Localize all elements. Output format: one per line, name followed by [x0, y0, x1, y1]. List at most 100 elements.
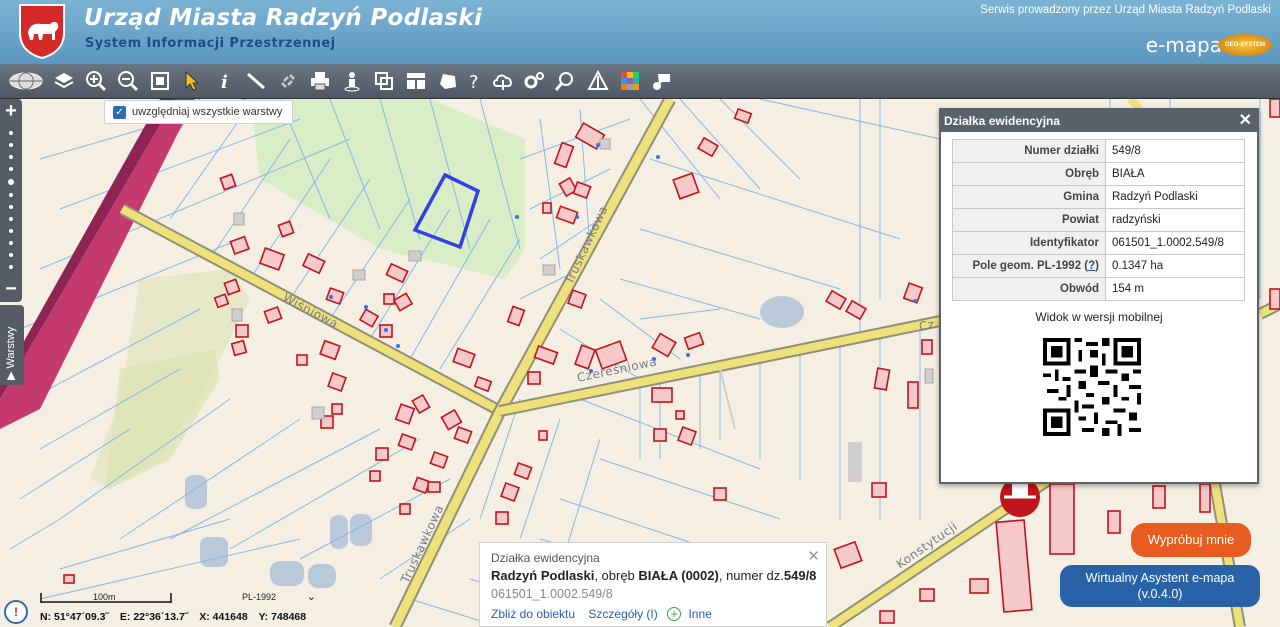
- zoom-level-dot[interactable]: [9, 205, 13, 209]
- layers-tab-label: ▶ Warstwy: [5, 326, 17, 380]
- crs-select[interactable]: PL-1992 ⌄: [222, 591, 322, 608]
- settings-icon[interactable]: [521, 68, 547, 94]
- table-row: Gmina Radzyń Podlaski: [952, 185, 1245, 209]
- info-icon[interactable]: i: [211, 68, 237, 94]
- details-link[interactable]: Szczegóły (I): [588, 607, 657, 621]
- attribute-table: Numer działki 549/8 Obręb BIAŁA Gmina Radzy…: [952, 139, 1245, 301]
- table-row: Obwód 154 m: [952, 277, 1245, 301]
- zoom-level-dot[interactable]: [9, 217, 13, 221]
- coordinates-readout: N: 51°47´09.3˝ E: 22°36´13.7˝ X: 441648 …: [40, 611, 314, 623]
- mobile-view-label: Widok w wersji mobilnej: [1035, 310, 1163, 324]
- search-icon[interactable]: [552, 68, 578, 94]
- chat-icon[interactable]: [649, 68, 675, 94]
- zoom-in-button[interactable]: +: [0, 101, 22, 121]
- all-layers-checkbox[interactable]: ✓ uwzględniaj wszystkie warstwy: [104, 100, 294, 124]
- layers-icon[interactable]: [51, 68, 77, 94]
- attr-key: Obręb: [952, 162, 1106, 186]
- layers-tab[interactable]: ▶ Warstwy: [0, 305, 24, 385]
- street-view-icon[interactable]: [339, 68, 365, 94]
- attr-key-text: Pole geom. PL-1992: [972, 260, 1082, 272]
- assistant-label: Wirtualny Asystent e-mapa: [1085, 571, 1235, 585]
- help-icon[interactable]: ?: [462, 68, 488, 94]
- coord-x: X: 441648: [199, 611, 248, 623]
- popup-summary: Radzyń Podlaski, obręb BIAŁA (0002), num…: [491, 568, 816, 583]
- zoom-out-icon[interactable]: [115, 68, 141, 94]
- assistant-version: (v.0.4.0): [1137, 587, 1183, 601]
- popup-number: 549/8: [783, 568, 817, 583]
- layout-icon[interactable]: [403, 68, 429, 94]
- brand-logo[interactable]: e-mapa: [1146, 33, 1222, 57]
- palette-icon[interactable]: [617, 68, 643, 94]
- zoom-level-dot[interactable]: [9, 143, 13, 147]
- attr-value: 549/8: [1105, 139, 1245, 163]
- panel-title: Działka ewidencyjna: [944, 114, 1061, 128]
- popup-close-icon[interactable]: ✕: [807, 547, 820, 565]
- zoom-extent-icon[interactable]: [147, 68, 173, 94]
- table-row: Numer działki 549/8: [952, 139, 1245, 163]
- pointer-icon[interactable]: [179, 68, 205, 94]
- coord-y: Y: 748468: [258, 611, 307, 623]
- zoom-level-dot[interactable]: [9, 265, 13, 269]
- popup-actions: Zbliż do obiektu Szczegóły (I) + Inne: [491, 607, 712, 621]
- parcel-popup: Działka ewidencyjna ✕ Radzyń Podlaski, o…: [479, 542, 827, 627]
- city-crest-icon: [17, 3, 67, 60]
- popup-identifier: 061501_1.0002.549/8: [491, 587, 613, 601]
- try-me-button[interactable]: Wypróbuj mnie: [1131, 523, 1251, 557]
- attr-value: BIAŁA: [1105, 162, 1245, 186]
- attr-key: Powiat: [952, 208, 1106, 232]
- draw-icon[interactable]: [435, 68, 461, 94]
- toolbar: i ?: [0, 64, 1280, 99]
- virtual-assistant-button[interactable]: Wirtualny Asystent e-mapa (v.0.4.0): [1060, 565, 1260, 607]
- stream-icon[interactable]: [585, 68, 611, 94]
- attr-key: Numer działki: [952, 139, 1106, 163]
- more-link[interactable]: Inne: [688, 607, 711, 621]
- close-icon[interactable]: ✕: [1239, 110, 1252, 132]
- crs-value: PL-1992: [242, 592, 277, 602]
- geosystem-logo-icon[interactable]: GEO-SYSTEM: [1218, 34, 1272, 56]
- zoom-bar: + −: [0, 99, 22, 302]
- zoom-level-dot[interactable]: [9, 155, 13, 159]
- service-note: Serwis prowadzony przez Urząd Miasta Rad…: [980, 4, 1271, 16]
- zoom-level-dot[interactable]: [9, 229, 13, 233]
- link-icon[interactable]: [275, 68, 301, 94]
- svg-text:?: ?: [469, 72, 479, 92]
- zoom-out-button[interactable]: −: [0, 279, 22, 299]
- zoom-level-current[interactable]: [8, 179, 14, 185]
- attr-value: Radzyń Podlaski: [1105, 185, 1245, 209]
- popup-place: Radzyń Podlaski: [491, 568, 595, 583]
- popup-title: Działka ewidencyjna: [491, 551, 600, 565]
- alert-button[interactable]: !: [4, 600, 28, 624]
- table-row: Powiat radzyński: [952, 208, 1245, 232]
- parcel-info-panel: Działka ewidencyjna ✕ Numer działki 549/8…: [939, 108, 1259, 484]
- zoom-level-dot[interactable]: [9, 193, 13, 197]
- zoom-level-dot[interactable]: [9, 241, 13, 245]
- popup-obreb: BIAŁA (0002): [638, 568, 719, 583]
- app-title: Urząd Miasta Radzyń Podlaski: [84, 5, 483, 31]
- scale-label: 100m: [93, 592, 116, 602]
- panel-header: Działka ewidencyjna ✕: [941, 110, 1257, 132]
- measure-icon[interactable]: [243, 68, 269, 94]
- table-row: Obręb BIAŁA: [952, 162, 1245, 186]
- zoom-in-icon[interactable]: [83, 68, 109, 94]
- header: Urząd Miasta Radzyń Podlaski System Info…: [0, 0, 1280, 64]
- area-help-link[interactable]: ?: [1088, 260, 1095, 272]
- app-subtitle: System Informacji Przestrzennej: [85, 36, 336, 51]
- zoom-level-dot[interactable]: [9, 131, 13, 135]
- zoom-level-dot[interactable]: [9, 167, 13, 171]
- all-layers-label: uwzględniaj wszystkie warstwy: [132, 106, 283, 118]
- compare-icon[interactable]: [371, 68, 397, 94]
- checkbox-check-icon[interactable]: ✓: [113, 105, 126, 119]
- svg-text:i: i: [221, 72, 228, 92]
- coord-e: E: 22°36´13.7˝: [119, 611, 189, 623]
- zoom-to-object-link[interactable]: Zbliż do obiektu: [491, 607, 575, 621]
- attr-value: 0.1347 ha: [1105, 254, 1245, 278]
- cloud-icon[interactable]: [490, 68, 516, 94]
- qr-code-icon[interactable]: [1043, 338, 1141, 436]
- attr-value: 061501_1.0002.549/8: [1105, 231, 1245, 255]
- print-icon[interactable]: [307, 68, 333, 94]
- zoom-level-dot[interactable]: [9, 253, 13, 257]
- globe-icon[interactable]: [6, 68, 46, 94]
- coord-n: N: 51°47´09.3˝: [40, 611, 109, 623]
- more-plus-icon[interactable]: +: [667, 607, 682, 621]
- attr-value: 154 m: [1105, 277, 1245, 301]
